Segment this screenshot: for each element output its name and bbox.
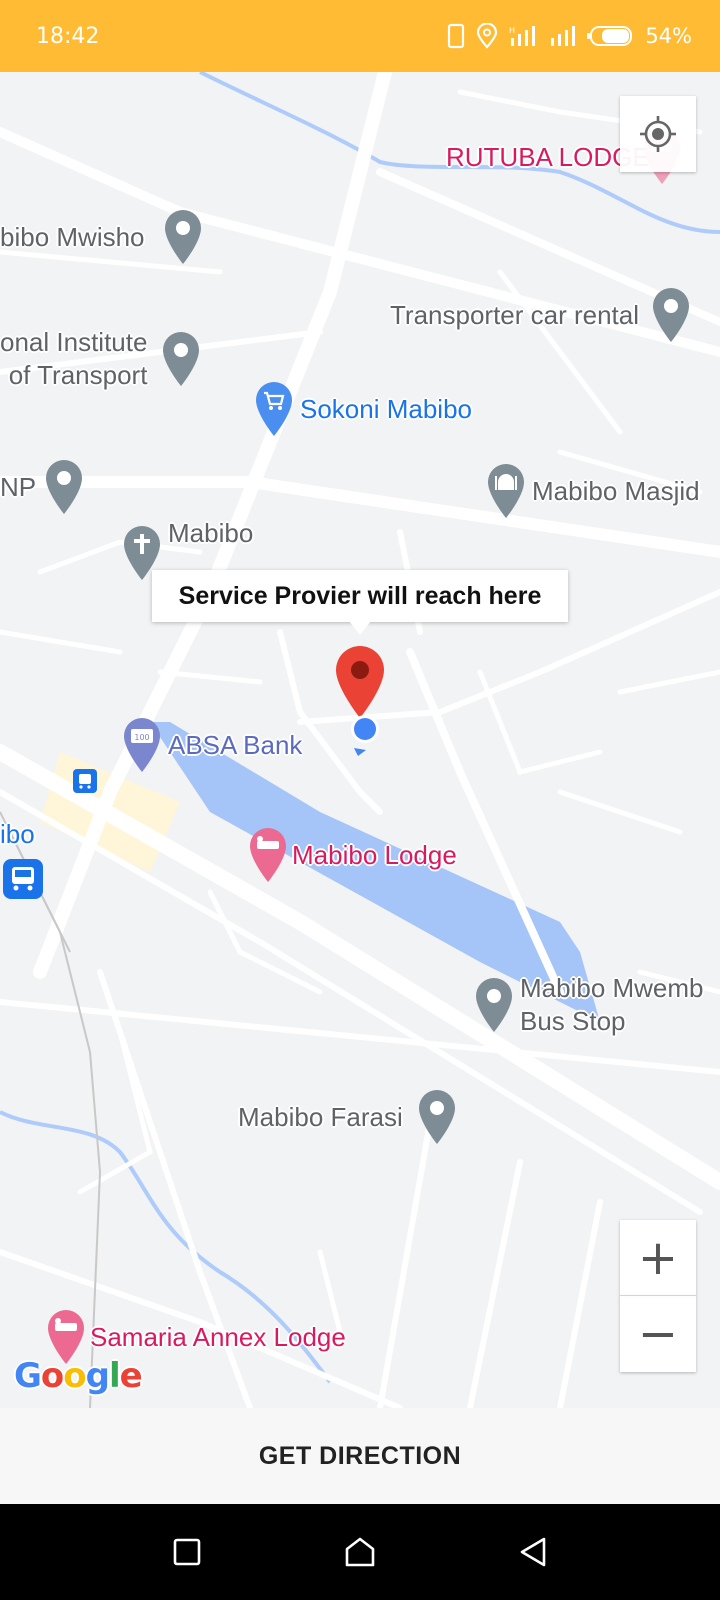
svg-text:H: H [509,26,515,35]
battery-percentage: 54% [645,24,692,48]
recents-square-icon [173,1538,200,1566]
poi-transporter-car-rental[interactable]: Transporter car rental [390,286,693,344]
place-pin-icon [653,288,690,342]
zoom-out-button[interactable]: − [620,1296,696,1372]
place-pin-icon [46,460,83,514]
my-location-icon [640,116,676,152]
poi-national-institute[interactable]: onal Institute of Transport [0,326,203,392]
home-button[interactable] [330,1522,390,1582]
zoom-in-button[interactable]: + [620,1220,696,1296]
service-provider-callout[interactable]: Service Provier will reach here [152,570,568,622]
signal-icon [551,26,576,46]
battery-icon [587,26,633,46]
status-icons: H 54% [447,23,692,49]
get-direction-button[interactable]: GET DIRECTION [259,1442,461,1471]
direction-bar: GET DIRECTION [0,1408,720,1504]
poi-bibo[interactable]: ibo [0,818,35,851]
my-location-button[interactable] [620,96,696,172]
back-triangle-icon [521,1537,546,1567]
poi-absa-bank[interactable]: 100 ABSA Bank [120,716,302,774]
place-pin-icon [418,1090,455,1144]
mosque-pin-icon [488,464,524,518]
minus-icon: − [637,1306,679,1362]
recents-button[interactable] [157,1522,217,1582]
red-location-marker-icon[interactable] [334,644,386,720]
poi-mabibo-mwembe-bus-stop[interactable]: Mabibo Mwemb Bus Stop [472,972,704,1038]
place-pin-icon [476,978,512,1032]
shopping-cart-pin-icon [256,382,292,436]
poi-mabibo-masjid[interactable]: Mabibo Masjid [484,462,700,520]
phone-icon [448,23,465,49]
signal-icon: H [509,26,536,46]
home-icon [345,1537,375,1567]
place-pin-icon [163,332,200,386]
poi-mabibo-lodge[interactable]: Mabibo Lodge [246,826,457,884]
bus-stop-icon[interactable] [72,768,98,794]
back-button[interactable] [503,1522,563,1582]
bank-pin-icon: 100 [124,718,160,772]
poi-mabibo-farasi[interactable]: Mabibo Farasi [238,1088,459,1146]
svg-text:100: 100 [134,733,149,742]
hotel-pin-icon [250,828,286,882]
poi-sokoni-mabibo[interactable]: Sokoni Mabibo [252,380,472,438]
navigation-bar [0,1504,720,1600]
poi-np[interactable]: NP [0,458,86,516]
bus-station-icon[interactable] [2,858,44,900]
google-logo: Google [14,1356,143,1396]
callout-pointer [349,621,371,635]
status-bar: 18:42 H 54% [0,0,720,72]
plus-icon: + [637,1229,679,1286]
poi-mabibo-mwisho[interactable]: bibo Mwisho [0,208,205,266]
location-icon [477,23,498,49]
blue-dot-icon [351,715,379,756]
map-view[interactable]: RUTUBA LODGE bibo Mwisho Transporter car… [0,72,720,1408]
status-time: 18:42 [36,23,100,49]
place-pin-icon [164,210,201,264]
